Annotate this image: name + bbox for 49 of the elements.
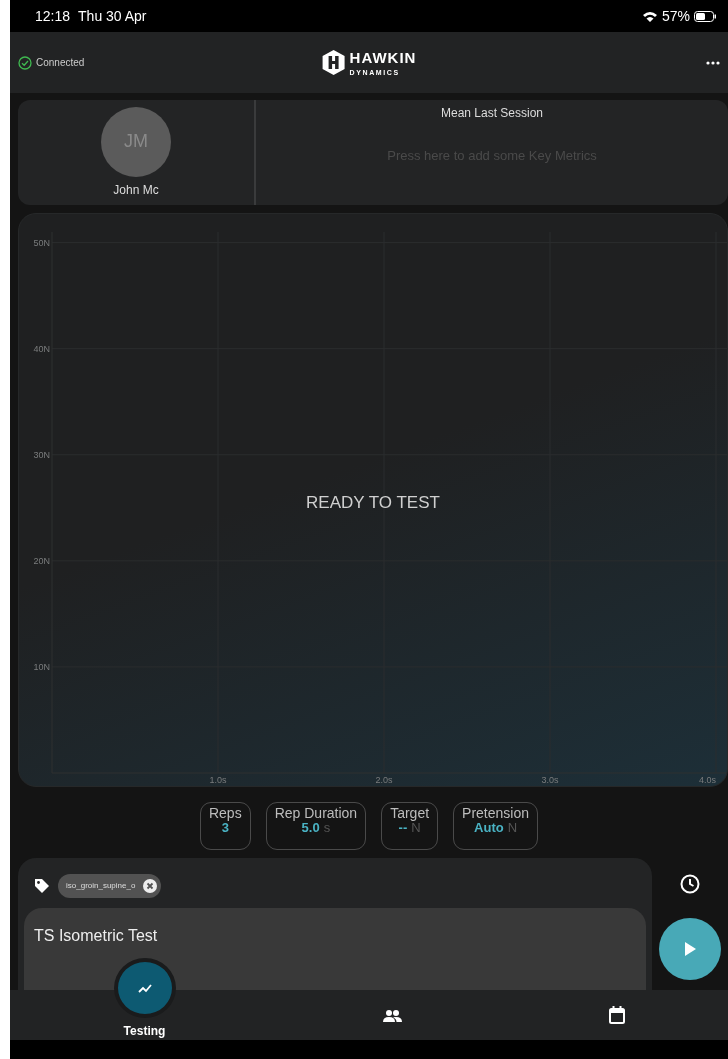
- tag-icon: [34, 878, 50, 894]
- parameter-card[interactable]: Rep Duration 5.0 s: [265, 802, 367, 850]
- y-tick-label: 50N: [33, 237, 50, 248]
- battery-icon: [694, 10, 716, 22]
- tag-label: iso_groin_supine_o: [66, 880, 136, 892]
- y-tick-label: 40N: [33, 343, 50, 354]
- parameter-label: Target: [390, 805, 430, 822]
- people-icon: [382, 1008, 402, 1022]
- status-time: 12:18: [35, 6, 71, 26]
- wifi-icon: [641, 10, 658, 22]
- trend-line-icon: [137, 982, 152, 994]
- parameter-card[interactable]: Pretension Auto N: [453, 802, 538, 850]
- more-button[interactable]: [706, 60, 720, 65]
- parameter-card[interactable]: Reps 3: [199, 802, 251, 850]
- metrics-title: Mean Last Session: [440, 105, 544, 122]
- clock-icon: [680, 874, 700, 894]
- parameter-label: Rep Duration: [274, 805, 358, 822]
- x-tick-label: 2.0s: [375, 775, 393, 785]
- parameter-unit: N: [507, 821, 518, 837]
- y-tick-label: 20N: [33, 555, 50, 566]
- battery-percent: 57%: [661, 6, 690, 26]
- close-icon: [143, 879, 158, 893]
- parameter-label: Reps: [208, 805, 242, 822]
- history-button[interactable]: [680, 874, 700, 894]
- play-icon: [684, 942, 696, 956]
- parameter-unit: s: [323, 821, 331, 837]
- connection-status: Connected: [36, 56, 85, 70]
- parameter-unit: N: [411, 821, 421, 837]
- y-tick-label: 10N: [33, 661, 50, 672]
- logo-text: HAWKIN: [349, 49, 417, 65]
- chart-status: READY TO TEST: [305, 492, 441, 514]
- x-tick-label: 3.0s: [541, 775, 559, 785]
- remove-tag-button[interactable]: [143, 879, 158, 893]
- status-date: Thu 30 Apr: [78, 6, 147, 26]
- parameter-card[interactable]: Target -- N: [381, 802, 439, 850]
- more-icon: [706, 60, 720, 65]
- parameter-value: --: [398, 821, 408, 837]
- parameter-value: 5.0: [301, 821, 320, 837]
- logo-icon: [321, 50, 346, 75]
- x-tick-label: 4.0s: [699, 775, 716, 785]
- athlete-name: John Mc: [113, 181, 159, 199]
- parameter-label: Pretension: [462, 805, 529, 822]
- x-tick-label: 1.0s: [209, 775, 227, 785]
- test-name: TS Isometric Test: [34, 926, 159, 946]
- parameter-value: 3: [221, 821, 229, 837]
- tag-chip[interactable]: iso_groin_supine_o: [58, 874, 162, 898]
- calendar-icon: [608, 1006, 625, 1024]
- parameter-value: Auto: [474, 821, 504, 837]
- y-tick-label: 30N: [33, 449, 50, 460]
